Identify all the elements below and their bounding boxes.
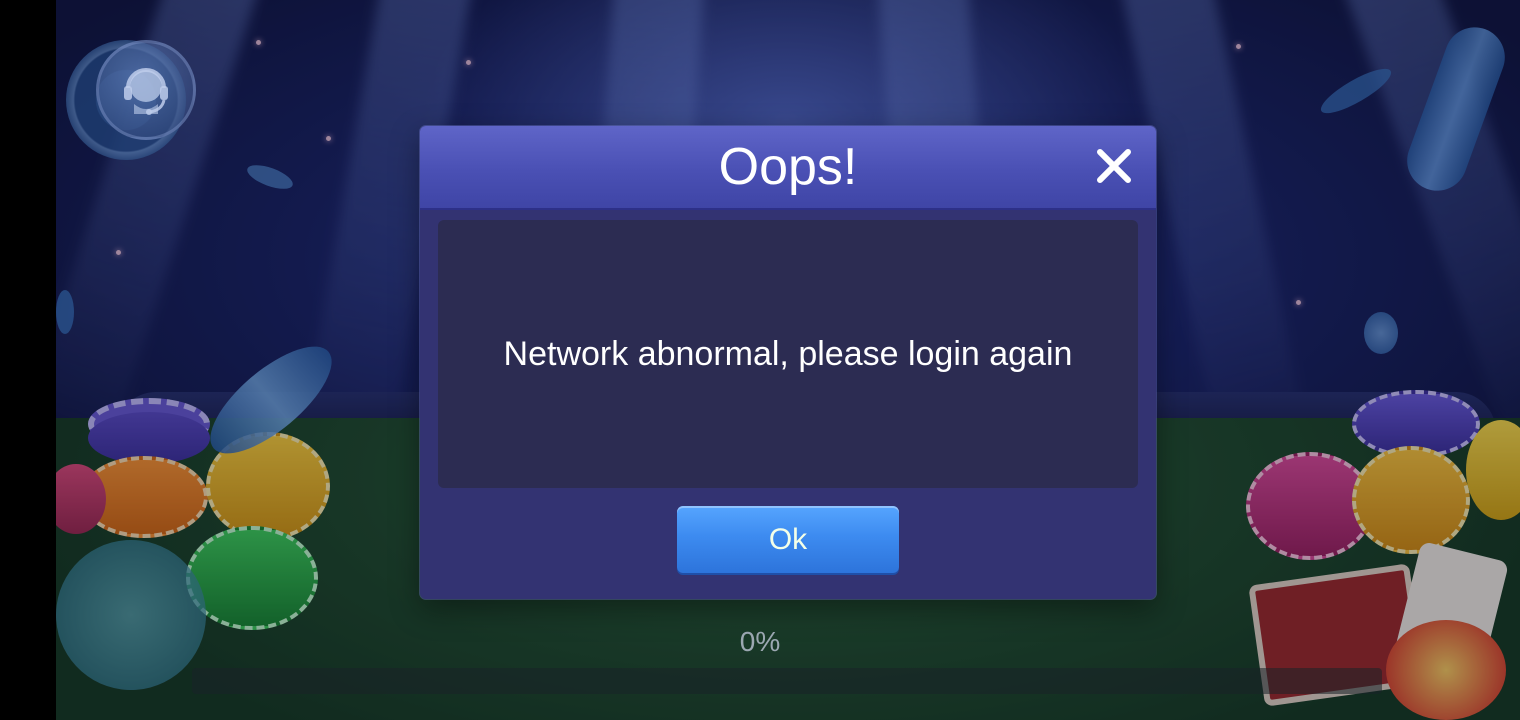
dialog-message: Network abnormal, please login again [503, 335, 1073, 373]
close-icon [1097, 149, 1131, 183]
close-button[interactable] [1092, 144, 1136, 188]
ok-button[interactable]: Ok [677, 506, 899, 573]
customer-support-button[interactable] [96, 40, 196, 140]
dialog-header: Oops! [420, 126, 1156, 210]
game-screen: 0% Oops! Network abnormal, please login … [0, 0, 1520, 720]
loading-progress-text: 0% [739, 626, 781, 657]
screen-edge [0, 0, 56, 720]
error-dialog: Oops! Network abnormal, please login aga… [420, 126, 1156, 599]
loading-progress-bar [192, 668, 1382, 694]
customer-support-icon [124, 68, 168, 115]
dialog-title: Oops! [718, 138, 858, 196]
dialog-message-panel: Network abnormal, please login again [438, 220, 1138, 488]
